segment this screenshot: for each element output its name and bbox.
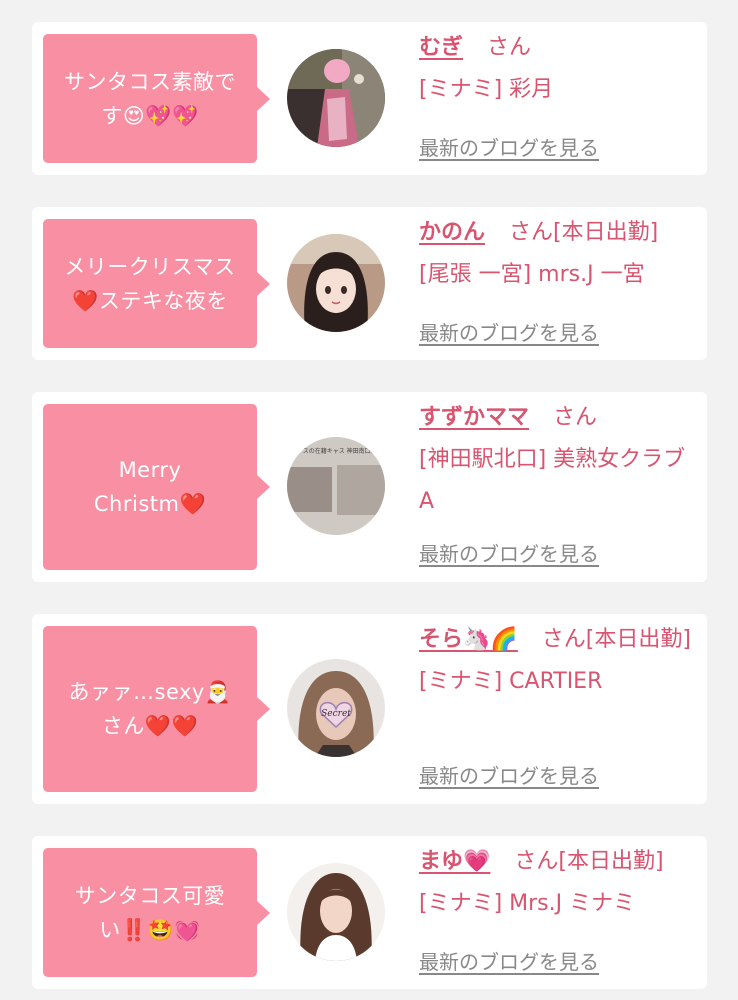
cast-honorific: さん[本日出勤] <box>541 627 691 652</box>
cast-info: すずかママ さん [神田駅北口] 美熟女クラブA <box>419 397 699 523</box>
name-line: まゆ💗 さん[本日出勤] <box>419 841 699 883</box>
comment-bubble: サンタコス素敵で す😍💖💖 <box>43 34 270 163</box>
comment-card: あァァ…sexy🎅 さん❤️❤️ Secret そら🦄🌈 さん[本日出勤] [ミナ… <box>32 614 707 804</box>
latest-blog-link[interactable]: 最新のブログを見る <box>419 132 599 161</box>
cast-honorific: さん[本日出勤] <box>514 849 664 874</box>
name-line: そら🦄🌈 さん[本日出勤] <box>419 619 699 661</box>
avatar-image: Secret <box>287 659 385 757</box>
avatar-image: エースの在籍キャス 神田南口に出勤してます 神田南口合同営業 26日27日28日… <box>287 437 385 535</box>
comment-bubble: Merry Christm❤️ <box>43 404 270 570</box>
cast-info: むぎ さん [ミナミ] 彩月 <box>419 27 699 111</box>
comment-text: Merry Christm❤️ <box>93 458 207 516</box>
avatar-image <box>287 863 385 961</box>
comment-text: メリークリスマス ❤️ステキな夜を <box>64 254 236 313</box>
comment-bubble: メリークリスマス ❤️ステキな夜を <box>43 219 270 348</box>
comment-text: サンタコス素敵で す😍💖💖 <box>64 69 236 128</box>
shop-name: [尾張 一宮] mrs.J 一宮 <box>419 262 645 287</box>
cast-name-link[interactable]: まゆ💗 <box>419 849 490 874</box>
latest-blog-link[interactable]: 最新のブログを見る <box>419 946 599 975</box>
cast-name-link[interactable]: かのん <box>419 220 485 245</box>
shop-name: [ミナミ] 彩月 <box>419 77 554 102</box>
avatar[interactable] <box>287 49 385 147</box>
secret-label: Secret <box>321 709 351 719</box>
shop-name: [神田駅北口] 美熟女クラブA <box>419 447 686 514</box>
avatar[interactable] <box>287 234 385 332</box>
name-line: すずかママ さん <box>419 397 699 439</box>
cast-info: まゆ💗 さん[本日出勤] [ミナミ] Mrs.J ミナミ <box>419 841 699 925</box>
comment-text: あァァ…sexy🎅 さん❤️❤️ <box>68 680 232 738</box>
avatar[interactable]: エースの在籍キャス 神田南口に出勤してます 神田南口合同営業 26日27日28日… <box>287 437 385 535</box>
cast-info: かのん さん[本日出勤] [尾張 一宮] mrs.J 一宮 <box>419 212 699 296</box>
avatar[interactable]: Secret <box>287 659 385 757</box>
latest-blog-link[interactable]: 最新のブログを見る <box>419 317 599 346</box>
comment-card: サンタコス可愛 い‼️🤩💓 まゆ💗 さん[本日出勤] [ミナミ] Mrs.J ミナ… <box>32 836 707 989</box>
comment-bubble: あァァ…sexy🎅 さん❤️❤️ <box>43 626 270 792</box>
shop-name: [ミナミ] Mrs.J ミナミ <box>419 891 636 916</box>
name-line: むぎ さん <box>419 27 699 69</box>
comment-bubble: サンタコス可愛 い‼️🤩💓 <box>43 848 270 977</box>
comment-card: メリークリスマス ❤️ステキな夜を かのん さん[本日出勤] [尾張 一宮] mr… <box>32 207 707 360</box>
cast-name-link[interactable]: そら🦄🌈 <box>419 627 518 652</box>
cast-honorific: さん <box>487 35 532 60</box>
cast-honorific: さん <box>553 405 598 430</box>
cast-name-link[interactable]: むぎ <box>419 35 463 60</box>
cast-honorific: さん[本日出勤] <box>509 220 659 245</box>
avatar[interactable] <box>287 863 385 961</box>
latest-blog-link[interactable]: 最新のブログを見る <box>419 538 599 567</box>
cast-info: そら🦄🌈 さん[本日出勤] [ミナミ] CARTIER <box>419 619 699 703</box>
comment-card: サンタコス素敵で す😍💖💖 むぎ さん [ミナミ] 彩月 最新のブログを見る <box>32 22 707 175</box>
comment-text: サンタコス可愛 い‼️🤩💓 <box>74 883 226 942</box>
flyer-text: エースの在籍キャス 神田南口に出勤してます 神田南口合同営業 26日27日28日… <box>291 447 385 455</box>
avatar-image <box>287 234 385 332</box>
avatar-image <box>287 49 385 147</box>
latest-blog-link[interactable]: 最新のブログを見る <box>419 760 599 789</box>
cast-name-link[interactable]: すずかママ <box>419 405 529 430</box>
comment-card: Merry Christm❤️ エースの在籍キャス 神田南口に出勤してます 神田… <box>32 392 707 582</box>
shop-name: [ミナミ] CARTIER <box>419 669 603 694</box>
name-line: かのん さん[本日出勤] <box>419 212 699 254</box>
